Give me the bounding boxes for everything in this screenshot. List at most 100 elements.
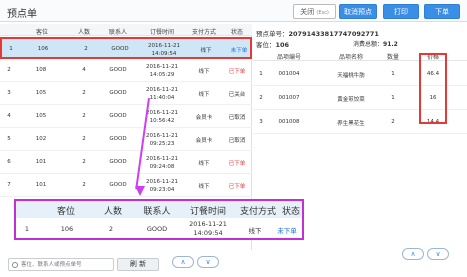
zoom-col-status: 状态 bbox=[281, 207, 300, 217]
row-seat: 105 bbox=[35, 90, 47, 96]
order-row[interactable]: 6 101 2 GOOD 2016-11-21 09:24:08 线下 已下单 bbox=[0, 152, 252, 174]
order-row[interactable]: 2 108 4 GOOD 2016-11-21 14:05:29 线下 已下单 bbox=[0, 60, 252, 82]
row-order-date: 2016-11-21 bbox=[146, 156, 178, 162]
search-field[interactable] bbox=[8, 258, 114, 271]
row-order-clock: 14:05:29 bbox=[149, 72, 175, 78]
price-highlight-box bbox=[419, 53, 447, 124]
cancel-preorder-button[interactable]: 取消预点 bbox=[339, 4, 377, 19]
col-seat: 客位 bbox=[35, 29, 48, 36]
zoom-row-contact: GOOD bbox=[146, 225, 168, 233]
order-number-label: 预点单号： bbox=[256, 30, 289, 38]
zoom-col-payment: 支付方式 bbox=[239, 207, 276, 217]
order-row[interactable]: 1 106 2 GOOD 2016-11-21 14:09:54 线下 未下单 bbox=[0, 37, 252, 59]
row-payment: 会员卡 bbox=[195, 115, 213, 121]
list-header: 客位 人数 联系人 订餐时间 支付方式 状态 bbox=[0, 24, 252, 36]
item-code: 001008 bbox=[278, 119, 300, 125]
row-order-time: 2016-11-21 14:05:29 bbox=[140, 63, 184, 79]
row-order-date: 2016-11-21 bbox=[146, 110, 178, 116]
row-people: 2 bbox=[82, 113, 86, 119]
row-index: 6 bbox=[7, 159, 11, 165]
row-people: 2 bbox=[82, 182, 86, 188]
item-index: 3 bbox=[259, 119, 263, 125]
item-quantity: 1 bbox=[391, 71, 395, 77]
place-order-button[interactable]: 下单 bbox=[424, 4, 460, 19]
detail-total-value: 91.2 bbox=[383, 41, 398, 48]
row-order-clock: 09:23:04 bbox=[149, 187, 175, 193]
row-index: 1 bbox=[9, 46, 13, 52]
search-input[interactable] bbox=[21, 260, 111, 270]
row-people: 4 bbox=[82, 67, 86, 73]
close-button[interactable]: 关闭 (Esc) bbox=[293, 4, 336, 19]
row-status: 已取消 bbox=[228, 115, 246, 121]
order-number: 预点单号：20791433817747092771 bbox=[256, 28, 379, 38]
item-index: 1 bbox=[259, 71, 263, 77]
zoom-row-date-text: 2016-11-21 bbox=[189, 220, 227, 228]
item-name: 黄金煎饺菜 bbox=[337, 97, 365, 103]
row-order-time: 2016-11-21 09:25:23 bbox=[140, 132, 184, 148]
row-payment: 线下 bbox=[200, 48, 212, 54]
row-contact: GOOD bbox=[111, 46, 129, 52]
order-row[interactable]: 7 101 2 GOOD 2016-11-21 09:23:04 线下 已下单 bbox=[0, 175, 252, 197]
detail-page-up-button[interactable]: ∧ bbox=[402, 248, 424, 260]
row-index: 4 bbox=[7, 113, 11, 119]
list-page-up-button[interactable]: ∧ bbox=[172, 256, 194, 268]
list-page-down-button[interactable]: ∨ bbox=[197, 256, 219, 268]
col-people: 人数 bbox=[77, 29, 90, 36]
bottom-toolbar: 刷 新 ∧ ∨ ∧ ∨ bbox=[0, 248, 467, 277]
col-quantity: 数量 bbox=[386, 54, 399, 61]
row-seat: 101 bbox=[35, 159, 47, 165]
detail-seat-label: 客位： bbox=[256, 41, 276, 49]
order-row[interactable]: 4 105 2 GOOD 2016-11-21 10:56:42 会员卡 已取消 bbox=[0, 106, 252, 128]
row-order-clock: 09:24:08 bbox=[149, 164, 175, 170]
zoom-row-seat: 106 bbox=[60, 225, 74, 233]
row-people: 2 bbox=[84, 46, 88, 52]
detail-seat: 客位：106 bbox=[256, 39, 289, 49]
col-item-name: 品项名称 bbox=[338, 54, 363, 61]
search-icon bbox=[12, 262, 18, 268]
row-status: 未下单 bbox=[230, 48, 248, 54]
order-row[interactable]: 5 102 2 GOOD 2016-11-21 09:25:23 会员卡 已取消 bbox=[0, 129, 252, 151]
row-status: 已下单 bbox=[228, 184, 246, 190]
order-row[interactable]: 3 105 2 GOOD 2016-11-21 11:40:04 线下 已关台 bbox=[0, 83, 252, 105]
row-payment: 线下 bbox=[198, 184, 210, 190]
row-index: 3 bbox=[7, 90, 11, 96]
col-status: 状态 bbox=[230, 29, 243, 36]
col-contact: 联系人 bbox=[108, 29, 127, 36]
row-status: 已关台 bbox=[228, 92, 246, 98]
item-code: 001007 bbox=[278, 95, 300, 101]
zoom-row-index: 1 bbox=[24, 225, 30, 233]
detail-seat-value: 106 bbox=[275, 41, 290, 49]
row-people: 2 bbox=[82, 159, 86, 165]
row-seat: 101 bbox=[35, 182, 47, 188]
row-order-date: 2016-11-21 bbox=[146, 87, 178, 93]
row-contact: GOOD bbox=[109, 136, 127, 142]
zoom-col-people: 人数 bbox=[103, 207, 122, 217]
zoomed-row-callout: 客位 人数 联系人 订餐时间 支付方式 状态 1 106 2 GOOD 2016… bbox=[14, 199, 304, 240]
refresh-button[interactable]: 刷 新 bbox=[117, 258, 159, 271]
zoom-col-seat: 客位 bbox=[56, 207, 75, 217]
row-status: 已下单 bbox=[228, 69, 246, 75]
item-name: 天福桃牛肪 bbox=[337, 73, 365, 79]
row-order-clock: 11:40:04 bbox=[149, 95, 175, 101]
print-button[interactable]: 打印 bbox=[383, 4, 419, 19]
zoom-row-time-text: 14:09:54 bbox=[193, 229, 223, 237]
title-bar: 预点单 关闭 (Esc) 取消预点 打印 下单 bbox=[0, 0, 467, 22]
item-quantity: 2 bbox=[391, 119, 395, 125]
item-quantity: 1 bbox=[391, 95, 395, 101]
row-order-clock: 14:09:54 bbox=[151, 51, 177, 57]
item-name: 养生黑花生 bbox=[337, 121, 365, 127]
row-order-time: 2016-11-21 14:09:54 bbox=[142, 42, 186, 58]
row-order-date: 2016-11-21 bbox=[146, 179, 178, 185]
row-status: 已取消 bbox=[228, 138, 246, 144]
col-item-code: 品项编号 bbox=[276, 54, 301, 61]
row-payment: 线下 bbox=[198, 69, 210, 75]
row-payment: 线下 bbox=[198, 161, 210, 167]
row-contact: GOOD bbox=[109, 182, 127, 188]
row-order-clock: 09:25:23 bbox=[149, 141, 175, 147]
row-order-date: 2016-11-21 bbox=[146, 133, 178, 139]
detail-page-down-button[interactable]: ∨ bbox=[427, 248, 449, 260]
order-number-value: 20791433817747092771 bbox=[288, 30, 379, 38]
row-contact: GOOD bbox=[109, 90, 127, 96]
row-order-time: 2016-11-21 09:23:04 bbox=[140, 178, 184, 194]
row-payment: 会员卡 bbox=[195, 138, 213, 144]
